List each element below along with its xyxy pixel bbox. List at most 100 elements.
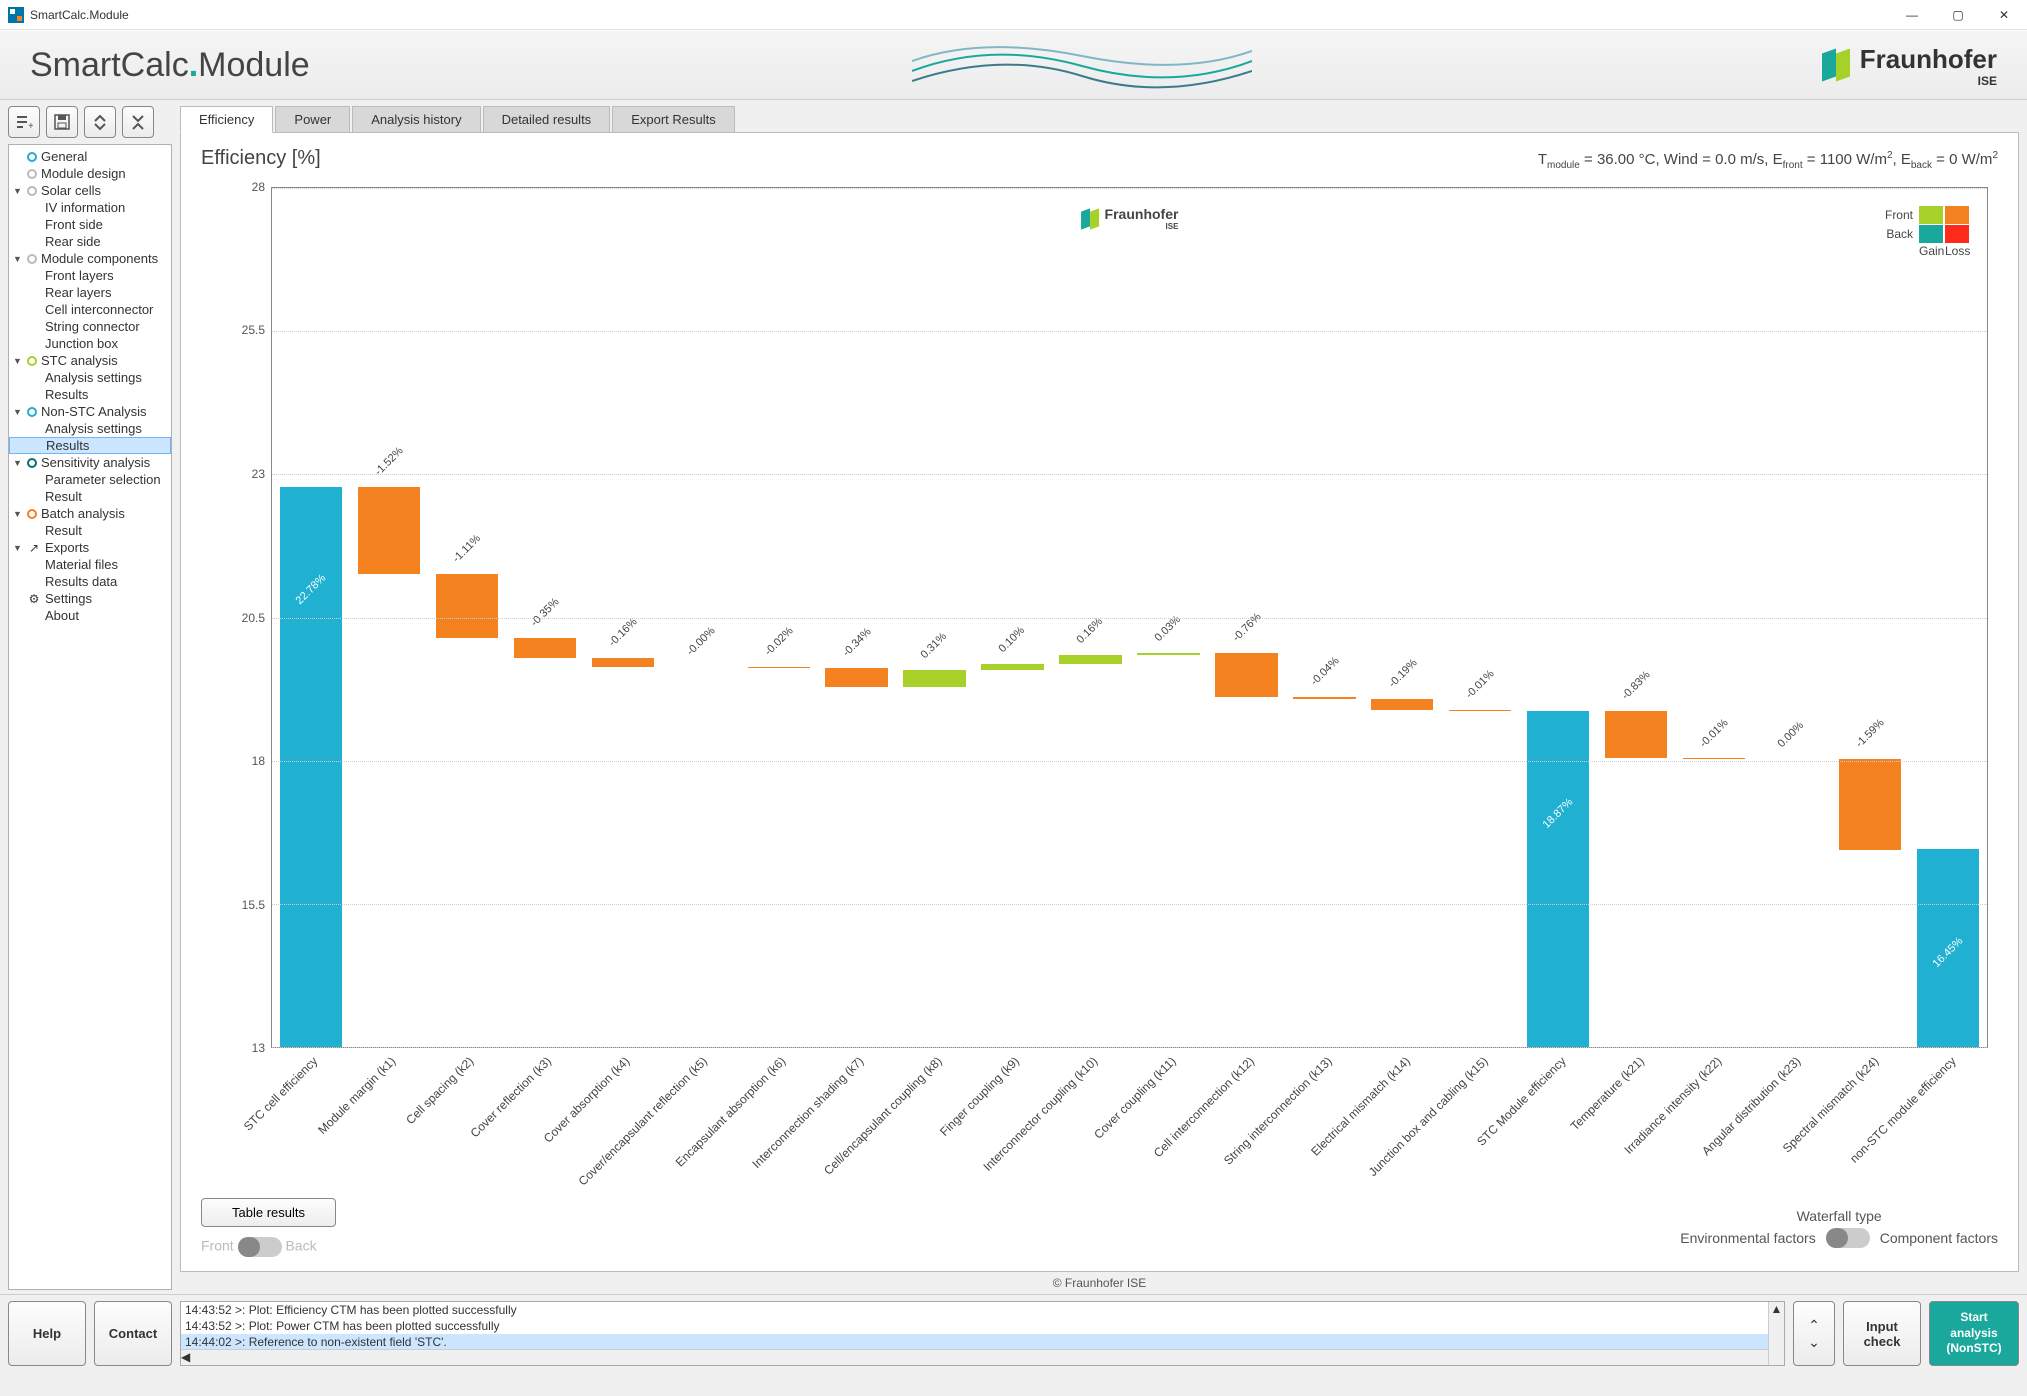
nav-item-sensitivity-analysis[interactable]: ▼Sensitivity analysis <box>9 454 171 471</box>
collapse-all-button[interactable] <box>122 106 154 138</box>
nav-item-cell-interconnector[interactable]: Cell interconnector <box>9 301 171 318</box>
bar-20 <box>1839 759 1901 850</box>
nav-item-parameter-selection[interactable]: Parameter selection <box>9 471 171 488</box>
front-label: Front <box>201 1238 234 1254</box>
nav-tree[interactable]: GeneralModule design▼Solar cellsIV infor… <box>8 144 172 1290</box>
table-results-button[interactable]: Table results <box>201 1198 336 1227</box>
log-nav-button[interactable]: ⌃⌄ <box>1793 1301 1835 1366</box>
log-scrollbar-h[interactable]: ◀ <box>181 1349 1768 1365</box>
bar-value-label: -0.04% <box>1308 655 1341 688</box>
tab-analysis-history[interactable]: Analysis history <box>352 106 480 132</box>
tab-efficiency[interactable]: Efficiency <box>180 106 273 133</box>
bar-value-label: -0.01% <box>1698 717 1731 750</box>
fraunhofer-logo: FraunhoferISE <box>1822 44 1997 87</box>
nav-item-front-side[interactable]: Front side <box>9 216 171 233</box>
expand-all-button[interactable] <box>84 106 116 138</box>
waterfall-type-toggle[interactable] <box>1826 1228 1870 1248</box>
help-button[interactable]: Help <box>8 1301 86 1366</box>
bar-value-label: -0.16% <box>606 616 639 649</box>
chart-conditions: Tmodule = 36.00 °C, Wind = 0.0 m/s, Efro… <box>1538 150 1998 171</box>
maximize-button[interactable]: ▢ <box>1935 0 1981 30</box>
log-line: 14:43:52 >: Plot: Efficiency CTM has bee… <box>181 1302 1784 1318</box>
nav-item-results[interactable]: Results <box>9 386 171 403</box>
tab-bar: EfficiencyPowerAnalysis historyDetailed … <box>180 106 2019 133</box>
tab-export-results[interactable]: Export Results <box>612 106 735 132</box>
x-category-label: STC cell efficiency <box>240 1054 320 1134</box>
bar-value-label: -1.11% <box>451 533 484 566</box>
log-panel[interactable]: 14:43:52 >: Plot: Efficiency CTM has bee… <box>180 1301 1785 1366</box>
start-analysis-button[interactable]: Start analysis (NonSTC) <box>1929 1301 2019 1366</box>
sidebar: + GeneralModule design▼Solar cellsIV inf… <box>0 100 176 1294</box>
bar-13 <box>1293 697 1355 699</box>
nav-item-front-layers[interactable]: Front layers <box>9 267 171 284</box>
bar-value-label: -0.02% <box>762 625 795 658</box>
nav-item-junction-box[interactable]: Junction box <box>9 335 171 352</box>
bar-10 <box>1059 655 1121 664</box>
copyright: © Fraunhofer ISE <box>180 1272 2019 1294</box>
log-line: 14:44:02 >: Reference to non-existent fi… <box>181 1334 1784 1350</box>
bar-15 <box>1449 710 1511 711</box>
nav-item-stc-analysis[interactable]: ▼STC analysis <box>9 352 171 369</box>
nav-item-exports[interactable]: ▼↗Exports <box>9 539 171 556</box>
back-label: Back <box>285 1238 316 1254</box>
status-bar: Help Contact 14:43:52 >: Plot: Efficienc… <box>0 1294 2027 1372</box>
minimize-button[interactable]: — <box>1889 0 1935 30</box>
nav-item-general[interactable]: General <box>9 148 171 165</box>
nav-item-module-design[interactable]: Module design <box>9 165 171 182</box>
bar-value-label: -0.19% <box>1386 657 1419 690</box>
nav-item-solar-cells[interactable]: ▼Solar cells <box>9 182 171 199</box>
nav-item-module-components[interactable]: ▼Module components <box>9 250 171 267</box>
tab-detailed-results[interactable]: Detailed results <box>483 106 611 132</box>
window-title: SmartCalc.Module <box>30 8 1889 22</box>
close-button[interactable]: ✕ <box>1981 0 2027 30</box>
bar-value-label: -0.34% <box>840 626 873 659</box>
nav-item-batch-analysis[interactable]: ▼Batch analysis <box>9 505 171 522</box>
bar-value-label: 0.00% <box>1776 720 1807 751</box>
input-check-button[interactable]: Input check <box>1843 1301 1921 1366</box>
contact-button[interactable]: Contact <box>94 1301 172 1366</box>
front-back-toggle[interactable] <box>238 1237 282 1257</box>
main-panel: EfficiencyPowerAnalysis historyDetailed … <box>176 100 2027 1294</box>
nav-item-about[interactable]: About <box>9 607 171 624</box>
list-plus-button[interactable]: + <box>8 106 40 138</box>
nav-item-string-connector[interactable]: String connector <box>9 318 171 335</box>
bar-value-label: 0.16% <box>1074 616 1105 647</box>
save-button[interactable] <box>46 106 78 138</box>
env-factors-label: Environmental factors <box>1680 1230 1815 1246</box>
log-scrollbar-v[interactable]: ▲ <box>1768 1302 1784 1365</box>
bar-0 <box>280 487 342 1047</box>
nav-item-non-stc-analysis[interactable]: ▼Non-STC Analysis <box>9 403 171 420</box>
svg-text:+: + <box>28 121 33 131</box>
y-axis: 1315.51820.52325.528 <box>201 187 271 1048</box>
nav-item-material-files[interactable]: Material files <box>9 556 171 573</box>
tab-power[interactable]: Power <box>275 106 350 132</box>
bar-14 <box>1371 699 1433 710</box>
nav-item-settings[interactable]: ⚙Settings <box>9 590 171 607</box>
bar-value-label: -0.35% <box>529 596 562 629</box>
bar-value-label: -0.00% <box>684 625 717 658</box>
bar-11 <box>1137 653 1199 655</box>
comp-factors-label: Component factors <box>1880 1230 1998 1246</box>
nav-item-results[interactable]: Results <box>9 437 171 454</box>
nav-item-rear-layers[interactable]: Rear layers <box>9 284 171 301</box>
bar-17 <box>1605 711 1667 759</box>
nav-item-iv-information[interactable]: IV information <box>9 199 171 216</box>
nav-item-results-data[interactable]: Results data <box>9 573 171 590</box>
bar-4 <box>592 658 654 667</box>
app-logo: SmartCalc.Module <box>30 46 310 85</box>
chart-title: Efficiency [%] <box>201 147 321 170</box>
nav-item-rear-side[interactable]: Rear side <box>9 233 171 250</box>
bar-8 <box>903 670 965 688</box>
waterfall-chart: 1315.51820.52325.528 FraunhoferISE Front… <box>201 177 1998 1188</box>
nav-item-analysis-settings[interactable]: Analysis settings <box>9 369 171 386</box>
nav-item-result[interactable]: Result <box>9 522 171 539</box>
nav-item-result[interactable]: Result <box>9 488 171 505</box>
nav-item-analysis-settings[interactable]: Analysis settings <box>9 420 171 437</box>
chart-header: Efficiency [%] Tmodule = 36.00 °C, Wind … <box>201 147 1998 171</box>
bar-value-label: -0.83% <box>1620 669 1653 702</box>
app-header: SmartCalc.Module FraunhoferISE <box>0 30 2027 100</box>
bar-value-label: -0.01% <box>1464 668 1497 701</box>
x-axis-labels: STC cell efficiencyModule margin (k1)Cel… <box>271 1050 1988 1188</box>
header-graphic <box>912 31 1252 101</box>
sidebar-toolbar: + <box>8 106 172 138</box>
